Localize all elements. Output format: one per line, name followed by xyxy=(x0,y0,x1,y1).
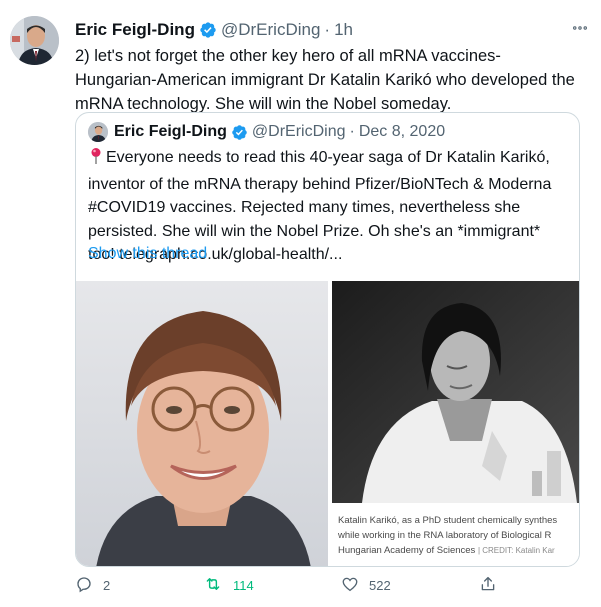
like-button[interactable]: 522 xyxy=(341,575,391,596)
like-count: 522 xyxy=(369,578,391,593)
reply-count: 2 xyxy=(103,578,111,593)
reply-icon xyxy=(75,575,103,596)
share-icon xyxy=(479,575,507,596)
author-name[interactable]: Eric Feigl-Ding xyxy=(75,20,195,40)
heart-icon xyxy=(341,575,369,596)
verified-badge-icon xyxy=(231,124,248,141)
quoted-tweet-date: Dec 8, 2020 xyxy=(358,123,446,140)
retweet-count: 114 xyxy=(233,578,254,593)
caption-line-3: Hungarian Academy of Sciences | CREDIT: … xyxy=(338,543,579,558)
verified-badge-icon xyxy=(199,21,217,39)
caption-line-1: Katalin Karikó, as a PhD student chemica… xyxy=(338,515,558,526)
photo-karikó-phd-student[interactable]: Katalin Karikó, as a PhD student chemica… xyxy=(332,281,579,566)
tweet-card[interactable]: Eric Feigl-Ding @DrEricDing · 1h 2) let'… xyxy=(0,0,601,607)
photo-karikó-portrait[interactable] xyxy=(76,281,328,566)
photo-caption: Katalin Karikó, as a PhD student chemica… xyxy=(338,513,579,558)
quoted-tweet-header: Eric Feigl-Ding @DrEricDing · Dec 8, 202… xyxy=(88,122,445,142)
tweet-body-text: 2) let's not forget the other key hero o… xyxy=(75,47,575,113)
portrait-image xyxy=(76,281,328,566)
separator-dot: · xyxy=(324,20,331,39)
quoted-author-name: Eric Feigl-Ding xyxy=(114,123,227,140)
caption-credit: | CREDIT: Katalin Kar xyxy=(477,546,555,555)
quoted-author-handle: @DrEricDing xyxy=(251,123,346,140)
more-options-icon[interactable] xyxy=(571,19,589,40)
tweet-actions: 2 114 522 xyxy=(75,575,580,599)
author-avatar-image xyxy=(10,16,59,65)
quoted-author-avatar xyxy=(88,122,108,142)
retweet-button[interactable]: 114 xyxy=(203,575,254,596)
caption-line-3-text: Hungarian Academy of Sciences xyxy=(338,545,476,556)
share-button[interactable] xyxy=(479,575,507,596)
round-pushpin-icon xyxy=(88,147,104,173)
tweet-header: Eric Feigl-Ding @DrEricDing · 1h xyxy=(75,18,589,42)
reply-button[interactable]: 2 xyxy=(75,575,110,596)
quoted-tweet[interactable]: Eric Feigl-Ding @DrEricDing · Dec 8, 202… xyxy=(75,112,580,567)
separator-dot: · xyxy=(349,123,355,140)
historic-photo-image xyxy=(332,281,579,503)
caption-line-2: while working in the RNA laboratory of B… xyxy=(338,530,552,541)
tweet-time[interactable]: 1h xyxy=(334,20,353,40)
retweet-icon xyxy=(203,575,233,596)
author-handle[interactable]: @DrEricDing xyxy=(221,20,320,40)
show-thread-link[interactable]: Show this thread xyxy=(88,245,207,263)
author-avatar[interactable] xyxy=(10,16,59,65)
